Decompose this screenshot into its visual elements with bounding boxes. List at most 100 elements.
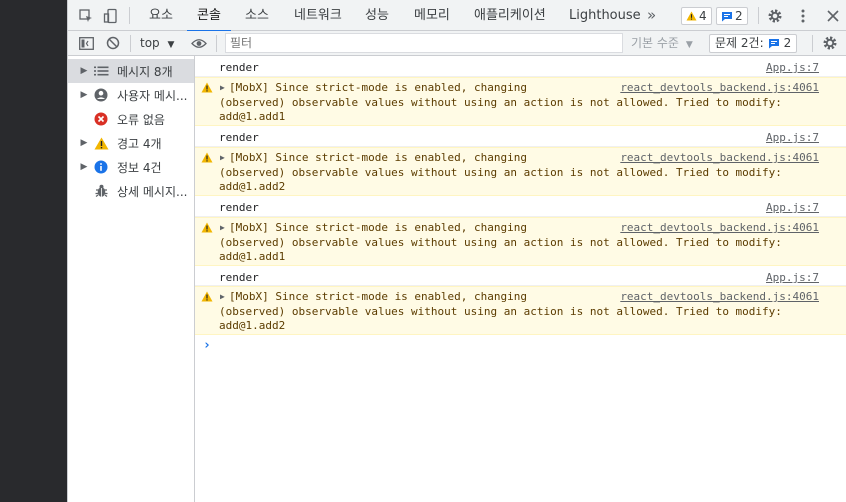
warning-text-line: add@1.add1: [219, 250, 286, 263]
close-icon[interactable]: [823, 6, 843, 26]
console-log-message: render App.js:7: [195, 126, 846, 147]
warning-text-line: [MobX] Since strict-mode is enabled, cha…: [229, 81, 528, 94]
source-link[interactable]: react_devtools_backend.js:4061: [620, 151, 819, 164]
warnings-count: 4: [699, 9, 707, 23]
warning-text-line: [MobX] Since strict-mode is enabled, cha…: [229, 290, 528, 303]
expand-arrow-icon[interactable]: ▶: [220, 223, 225, 232]
devtools-tabbar: 요소 콘솔 소스 네트워크 성능 메모리 애플리케이션 Lighthouse »…: [68, 0, 846, 32]
console-prompt[interactable]: ›: [203, 338, 211, 353]
toolbar-divider: [216, 35, 217, 52]
warning-text-line: (observed) observable values without usi…: [219, 96, 782, 109]
console-warning-message: ▶ [MobX] Since strict-mode is enabled, c…: [195, 217, 846, 266]
log-text: render: [219, 271, 259, 284]
toolbar-divider: [758, 7, 759, 24]
page-background-panel: [0, 0, 67, 502]
sidebar-item-label: 경고 4개: [117, 136, 162, 151]
warning-text-line: add@1.add1: [219, 110, 286, 123]
warning-text-line: [MobX] Since strict-mode is enabled, cha…: [229, 221, 528, 234]
context-selector[interactable]: top ▼: [140, 31, 174, 55]
source-link[interactable]: App.js:7: [766, 201, 819, 214]
source-link[interactable]: App.js:7: [766, 131, 819, 144]
message-icon: [768, 39, 779, 49]
warning-text-line: (observed) observable values without usi…: [219, 305, 782, 318]
sidebar-item-label: 정보 4건: [117, 160, 162, 175]
console-log-message: render App.js:7: [195, 196, 846, 217]
warning-text-line: add@1.add2: [219, 319, 286, 332]
warning-icon: [201, 222, 213, 233]
warning-icon: [201, 82, 213, 93]
sidebar-item-label: 메시지 8개: [117, 64, 173, 79]
tab-console[interactable]: 콘솔: [187, 0, 231, 32]
warning-icon: [92, 135, 110, 151]
warning-text-line: add@1.add2: [219, 180, 286, 193]
more-options-icon[interactable]: [793, 6, 813, 26]
info-badge[interactable]: 2: [716, 7, 748, 25]
chevron-down-icon: ▼: [167, 40, 175, 50]
tab-application[interactable]: 애플리케이션: [474, 0, 546, 31]
expand-arrow-icon[interactable]: ▶: [220, 83, 225, 92]
info-count: 2: [735, 9, 743, 23]
console-settings-gear-icon[interactable]: [821, 34, 839, 52]
warnings-badge[interactable]: 4: [681, 7, 712, 25]
device-toolbar-icon[interactable]: [101, 6, 121, 26]
tab-elements[interactable]: 요소: [149, 0, 173, 31]
tab-lighthouse[interactable]: Lighthouse: [569, 0, 641, 31]
tab-network[interactable]: 네트워크: [294, 0, 342, 31]
sidebar-item-verbose[interactable]: 상세 메시지...: [68, 179, 194, 203]
expand-arrow-icon: ▶: [80, 66, 88, 76]
log-levels-label: 기본 수준: [631, 36, 679, 50]
sidebar-item-label: 상세 메시지...: [117, 184, 188, 199]
sidebar-item-label: 사용자 메시...: [117, 88, 188, 103]
console-filterbar: top ▼ 기본 수준 ▼ 문제 2건: 2: [68, 31, 846, 56]
chevron-down-icon: ▼: [685, 40, 693, 50]
console-warning-message: ▶ [MobX] Since strict-mode is enabled, c…: [195, 77, 846, 126]
error-icon: [92, 111, 110, 127]
sidebar-item-info[interactable]: ▶ 정보 4건: [68, 155, 194, 179]
expand-arrow-icon: ▶: [80, 138, 88, 148]
console-warning-message: ▶ [MobX] Since strict-mode is enabled, c…: [195, 147, 846, 196]
source-link[interactable]: App.js:7: [766, 61, 819, 74]
sidebar-item-errors[interactable]: 오류 없음: [68, 107, 194, 131]
console-messages: render App.js:7 ▶ [MobX] Since strict-mo…: [195, 56, 846, 502]
issues-button[interactable]: 문제 2건: 2: [709, 34, 798, 53]
sidebar-item-user-messages[interactable]: ▶ 사용자 메시...: [68, 83, 194, 107]
console-sidebar: ▶ 메시지 8개 ▶ 사용자 메시... 오류 없음 ▶ 경고 4개 ▶ 정보 …: [68, 56, 195, 502]
expand-arrow-icon[interactable]: ▶: [220, 292, 225, 301]
console-warning-message: ▶ [MobX] Since strict-mode is enabled, c…: [195, 286, 846, 335]
more-tabs-button[interactable]: »: [647, 0, 656, 31]
sidebar-item-label: 오류 없음: [117, 112, 165, 127]
context-label: top: [140, 36, 160, 50]
source-link[interactable]: react_devtools_backend.js:4061: [620, 221, 819, 234]
log-text: render: [219, 201, 259, 214]
sidebar-toggle-icon[interactable]: [77, 34, 95, 52]
warning-text-line: (observed) observable values without usi…: [219, 236, 782, 249]
log-levels-dropdown[interactable]: 기본 수준 ▼: [631, 31, 693, 55]
issues-label: 문제 2건:: [715, 36, 764, 50]
console-log-message: render App.js:7: [195, 266, 846, 286]
live-expression-eye-icon[interactable]: [190, 34, 208, 52]
issues-count: 2: [783, 36, 792, 50]
clear-console-icon[interactable]: [104, 34, 122, 52]
warning-text-line: [MobX] Since strict-mode is enabled, cha…: [229, 151, 528, 164]
expand-arrow-icon: ▶: [80, 162, 88, 172]
sidebar-item-warnings[interactable]: ▶ 경고 4개: [68, 131, 194, 155]
list-icon: [92, 63, 110, 79]
settings-gear-icon[interactable]: [765, 6, 785, 26]
tab-memory[interactable]: 메모리: [414, 0, 450, 31]
source-link[interactable]: react_devtools_backend.js:4061: [620, 81, 819, 94]
info-icon: [92, 159, 110, 175]
filter-input[interactable]: [225, 33, 623, 53]
devtools-panel: 요소 콘솔 소스 네트워크 성능 메모리 애플리케이션 Lighthouse »…: [67, 0, 846, 502]
log-text: render: [219, 131, 259, 144]
source-link[interactable]: react_devtools_backend.js:4061: [620, 290, 819, 303]
inspect-element-icon[interactable]: [76, 6, 96, 26]
tab-performance[interactable]: 성능: [365, 0, 389, 31]
expand-arrow-icon[interactable]: ▶: [220, 153, 225, 162]
message-icon: [722, 11, 732, 21]
source-link[interactable]: App.js:7: [766, 271, 819, 284]
warning-icon: [201, 291, 213, 302]
user-icon: [92, 87, 110, 103]
tab-sources[interactable]: 소스: [245, 0, 269, 31]
warning-icon: [201, 152, 213, 163]
sidebar-item-messages[interactable]: ▶ 메시지 8개: [68, 59, 194, 83]
